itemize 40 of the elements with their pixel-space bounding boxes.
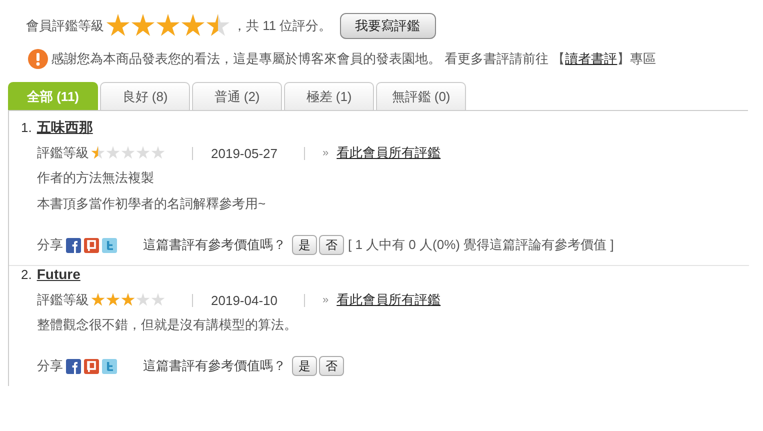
yes-button[interactable]: 是 (292, 235, 317, 255)
notice-text: 感謝您為本商品發表您的看法，這是專屬於博客來會員的發表園地。 看更多書評請前往 【讀者書評】專區 (51, 50, 656, 68)
rating-label: 會員評鑑等級 (26, 17, 104, 35)
twitter-icon[interactable] (102, 358, 117, 374)
review-text: 作者的方法無法複製 (36, 169, 155, 187)
filter-tab[interactable]: 極差 (1) (284, 82, 374, 110)
review-date: 2019-04-10 (211, 292, 278, 308)
no-button[interactable]: 否 (319, 235, 344, 255)
member-reviews-link[interactable]: 看此會員所有評鑑 (336, 291, 441, 309)
filter-tab[interactable]: 無評鑑 (0) (376, 82, 466, 110)
review-text: 本書頂多當作初學者的名詞解釋參考用~ (36, 195, 267, 213)
write-review-button[interactable]: 我要寫評鑑 (340, 13, 436, 39)
twitter-icon[interactable] (102, 238, 117, 252)
rating-count: ，共 11 位評分。 (233, 17, 332, 35)
member-reviews-link[interactable]: 看此會員所有評鑑 (336, 144, 441, 162)
reviewer-link[interactable]: Future (36, 266, 80, 282)
helpful-question: 這篇書評有參考價值嗎？ (143, 236, 286, 254)
facebook-icon[interactable] (66, 238, 81, 252)
review-text: 整體觀念很不錯，但就是沒有講模型的算法。 (36, 316, 298, 334)
helpful-stats: [ 1 人中有 0 人(0%) 覺得這篇評論有參考價值 ] (348, 236, 614, 254)
rating-label: 評鑑等級 (37, 144, 89, 162)
yes-button[interactable]: 是 (292, 356, 317, 376)
alert-icon (28, 49, 48, 69)
helpful-question: 這篇書評有參考價值嗎？ (143, 357, 286, 375)
no-button[interactable]: 否 (319, 356, 344, 376)
filter-tab[interactable]: 良好 (8) (100, 82, 190, 110)
review-number: 2. (21, 267, 32, 282)
share-label: 分享 (37, 236, 63, 254)
plurk-icon[interactable] (84, 358, 99, 374)
facebook-icon[interactable] (66, 358, 81, 374)
rating-label: 評鑑等級 (37, 291, 89, 309)
review-number: 1. (21, 120, 32, 135)
reviewer-link[interactable]: 五味西那 (36, 119, 93, 137)
review-date: 2019-05-27 (211, 146, 278, 160)
reader-reviews-link[interactable]: 讀者書評 (565, 51, 618, 66)
double-arrow-icon: » (322, 147, 329, 159)
share-label: 分享 (37, 357, 63, 375)
double-arrow-icon: » (322, 294, 329, 306)
filter-tab[interactable]: 普通 (2) (192, 82, 282, 110)
plurk-icon[interactable] (84, 238, 99, 252)
